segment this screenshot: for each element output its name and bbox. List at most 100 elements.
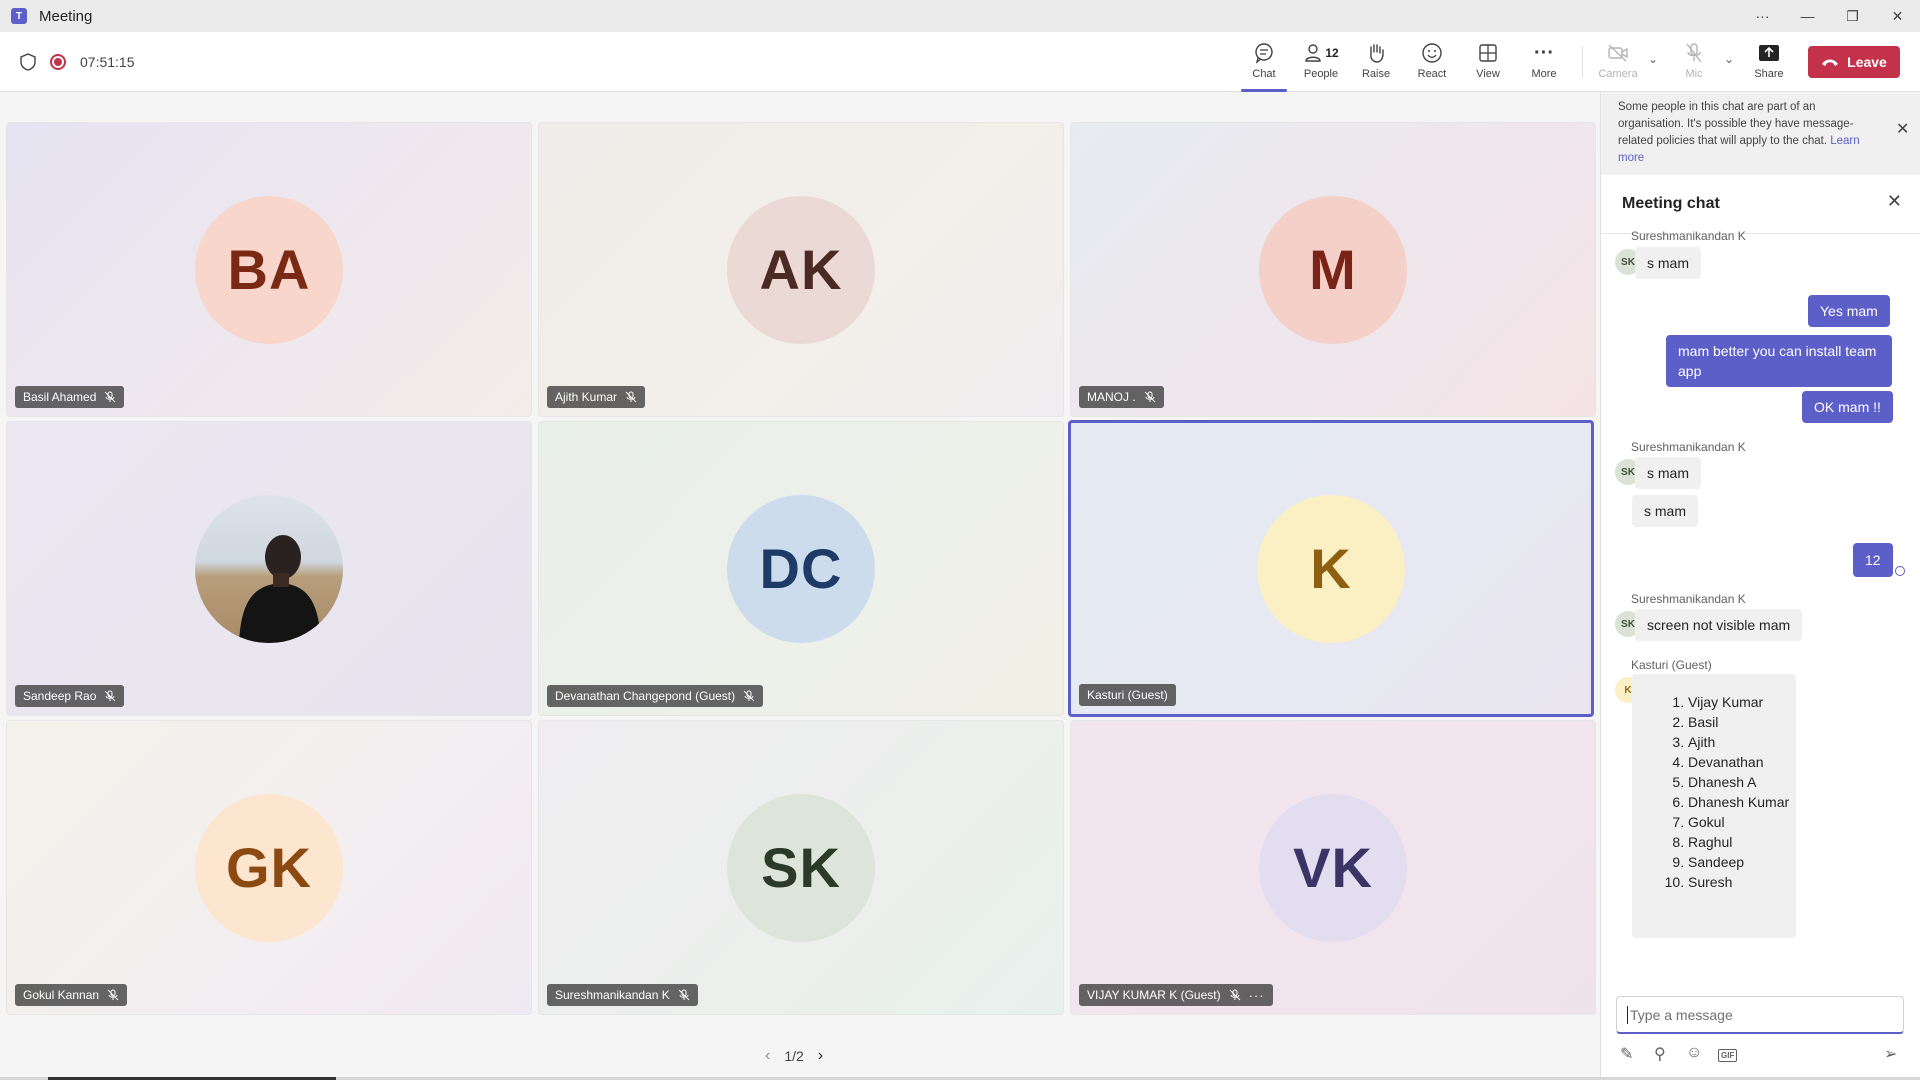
message-bubble-list[interactable]: Vijay Kumar Basil Ajith Devanathan Dhane… — [1632, 674, 1796, 938]
participant-name: Ajith Kumar — [555, 390, 618, 404]
toolbar-separator — [1582, 46, 1583, 78]
participant-name-tag: Basil Ahamed — [15, 386, 125, 408]
chat-button[interactable]: Chat — [1238, 40, 1290, 92]
message-bubble-own[interactable]: OK mam !! — [1802, 391, 1893, 423]
close-window-icon[interactable]: ✕ — [1875, 0, 1920, 32]
participant-name: Kasturi (Guest) — [1087, 688, 1168, 702]
raise-label: Raise — [1361, 68, 1391, 80]
message-bubble[interactable]: s mam — [1635, 457, 1701, 489]
mic-off-icon — [625, 391, 637, 403]
participant-name: Basil Ahamed — [23, 390, 97, 404]
participant-name-tag: Ajith Kumar — [547, 386, 646, 408]
avatar: VK — [1259, 793, 1407, 942]
share-label: Share — [1754, 68, 1784, 80]
participant-name-tag: MANOJ . — [1079, 386, 1164, 408]
mic-off-icon — [1684, 40, 1704, 66]
more-label: More — [1531, 68, 1557, 80]
camera-label: Camera — [1598, 68, 1638, 80]
message-bubble[interactable]: s mam — [1632, 495, 1698, 527]
meeting-timer: 07:51:15 — [80, 54, 135, 70]
mic-button[interactable]: Mic — [1668, 40, 1720, 86]
mic-options-chevron-icon[interactable]: ⌄ — [1724, 52, 1734, 66]
participant-tile-speaking[interactable]: K Kasturi (Guest) — [1068, 420, 1594, 717]
participant-name-tag: Sandeep Rao — [15, 685, 125, 707]
message-bubble-own[interactable]: mam better you can install team app — [1666, 335, 1892, 387]
emoji-icon[interactable]: ☺ — [1686, 1044, 1702, 1062]
list-item: Sandeep — [1688, 852, 1796, 872]
camera-options-chevron-icon[interactable]: ⌄ — [1648, 52, 1658, 66]
grid-view-icon — [1478, 40, 1498, 66]
notice-text: Some people in this chat are part of an … — [1618, 101, 1854, 147]
chat-icon — [1253, 40, 1275, 66]
list-item: Basil — [1688, 712, 1796, 732]
gif-icon[interactable]: GIF — [1718, 1049, 1738, 1062]
participant-name: MANOJ . — [1087, 390, 1136, 404]
avatar: AK — [727, 195, 875, 344]
message-sender: Sureshmanikandan K — [1631, 229, 1746, 243]
people-label: People — [1303, 68, 1339, 80]
participant-more-icon[interactable]: ··· — [1249, 988, 1265, 1003]
name-list: Vijay Kumar Basil Ajith Devanathan Dhane… — [1632, 692, 1796, 892]
people-button[interactable]: 12 People — [1295, 40, 1347, 86]
view-label: View — [1476, 68, 1500, 80]
previous-page-icon[interactable]: ‹ — [765, 1047, 770, 1065]
shield-icon[interactable] — [20, 53, 36, 71]
close-chat-icon[interactable]: ✕ — [1887, 191, 1902, 212]
participant-name-tag: Devanathan Changepond (Guest) — [547, 685, 764, 707]
title-bar: T Meeting ··· — ❐ ✕ — [0, 0, 1920, 32]
raise-hand-button[interactable]: Raise — [1350, 40, 1402, 86]
page-indicator: 1/2 — [784, 1048, 804, 1064]
list-item: Suresh — [1688, 872, 1796, 892]
avatar: K — [1257, 494, 1405, 643]
people-icon-wrap: 12 — [1303, 40, 1339, 66]
teams-logo-icon: T — [11, 8, 27, 24]
chat-heading: Meeting chat — [1622, 195, 1720, 212]
attach-icon[interactable]: ⚲ — [1654, 1044, 1666, 1064]
list-item: Ajith — [1688, 732, 1796, 752]
participant-tile[interactable]: SK Sureshmanikandan K — [538, 720, 1064, 1015]
message-bubble-own[interactable]: Yes mam — [1808, 295, 1890, 327]
window-more-icon[interactable]: ··· — [1740, 0, 1785, 32]
hang-up-icon — [1822, 59, 1839, 66]
mic-label: Mic — [1685, 68, 1703, 80]
participant-name: Sandeep Rao — [23, 689, 97, 703]
recording-icon — [50, 54, 66, 70]
react-button[interactable]: React — [1406, 40, 1458, 86]
participant-tile[interactable]: Sandeep Rao — [6, 421, 532, 716]
avatar: M — [1259, 195, 1407, 344]
message-bubble[interactable]: screen not visible mam — [1635, 609, 1803, 641]
view-button[interactable]: View — [1462, 40, 1514, 86]
restore-icon[interactable]: ❐ — [1830, 0, 1875, 32]
window-controls: ··· — ❐ ✕ — [1740, 0, 1920, 32]
participant-tile[interactable]: BA Basil Ahamed — [6, 122, 532, 417]
message-bubble[interactable]: s mam — [1635, 247, 1701, 279]
next-page-icon[interactable]: › — [818, 1047, 823, 1065]
send-icon[interactable]: ➢ — [1884, 1044, 1897, 1064]
participant-tile[interactable]: M MANOJ . — [1070, 122, 1596, 417]
share-button[interactable]: Share — [1743, 40, 1795, 86]
message-sender: Kasturi (Guest) — [1631, 658, 1712, 672]
participant-name-tag: Gokul Kannan — [15, 984, 128, 1006]
message-bubble-own[interactable]: 12 — [1853, 543, 1893, 577]
participant-name-tag: VIJAY KUMAR K (Guest) ··· — [1079, 984, 1273, 1006]
avatar: SK — [727, 793, 875, 942]
message-input[interactable]: Type a message — [1616, 996, 1904, 1034]
format-icon[interactable]: ✎ — [1620, 1044, 1633, 1064]
smiley-icon — [1421, 40, 1443, 66]
participant-name-tag: Kasturi (Guest) — [1079, 684, 1176, 706]
window-title: Meeting — [39, 7, 93, 25]
hand-icon — [1366, 40, 1386, 66]
more-button[interactable]: ··· More — [1518, 40, 1570, 86]
leave-button[interactable]: Leave — [1808, 46, 1900, 78]
participant-tile[interactable]: VK VIJAY KUMAR K (Guest) ··· — [1070, 720, 1596, 1015]
list-item: Devanathan — [1688, 752, 1796, 772]
list-item: Dhanesh A — [1688, 772, 1796, 792]
participant-tile[interactable]: AK Ajith Kumar — [538, 122, 1064, 417]
minimize-icon[interactable]: — — [1785, 0, 1830, 32]
close-icon[interactable]: ✕ — [1896, 119, 1912, 138]
meeting-toolbar: 07:51:15 Chat 12 People Raise React View… — [0, 32, 1920, 92]
camera-button[interactable]: Camera — [1592, 40, 1644, 86]
participant-tile[interactable]: GK Gokul Kannan — [6, 720, 532, 1015]
participant-tile[interactable]: DC Devanathan Changepond (Guest) — [538, 421, 1064, 716]
mic-off-icon — [678, 989, 690, 1001]
